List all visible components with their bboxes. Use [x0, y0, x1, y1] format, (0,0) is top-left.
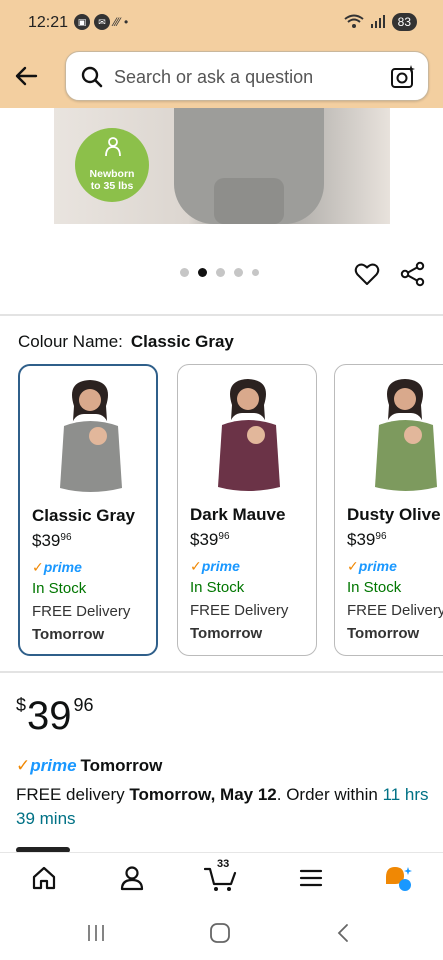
cell-signal-icon	[370, 15, 385, 28]
section-divider	[0, 314, 443, 316]
messenger-icon: ✉	[94, 14, 110, 30]
price-whole: 39	[41, 531, 61, 550]
cart-button[interactable]: 33	[203, 858, 238, 893]
gallery-dot[interactable]	[216, 268, 225, 277]
gallery-dots	[180, 268, 259, 277]
colour-label-text: Colour Name:	[18, 332, 123, 351]
search-icon	[81, 66, 103, 88]
system-back-icon[interactable]	[332, 922, 356, 944]
prime-delivery-line: ✓prime Tomorrow	[16, 756, 162, 776]
size-badge: Newborn to 35 lbs	[75, 128, 149, 202]
search-header: Search or ask a question	[0, 46, 443, 108]
gallery-dot[interactable]	[252, 269, 259, 276]
prime-logo: ✓prime	[190, 558, 240, 575]
variant-card-dusty-olive[interactable]: Dusty Olive $3996 ✓prime In Stock FREE D…	[334, 364, 443, 656]
product-image-knot	[214, 178, 284, 224]
prime-text: prime	[30, 756, 77, 775]
price-whole: 39	[199, 530, 219, 549]
variant-card-dark-mauve[interactable]: Dark Mauve $3996 ✓prime In Stock FREE De…	[177, 364, 317, 656]
menu-icon[interactable]	[296, 863, 326, 893]
home-circle-icon[interactable]	[208, 922, 232, 944]
gallery-dot-active[interactable]	[198, 268, 207, 277]
cart-count: 33	[217, 858, 230, 870]
recent-apps-icon[interactable]	[84, 922, 108, 944]
variant-delivery: FREE Delivery	[32, 603, 131, 620]
prime-logo: ✓prime	[347, 558, 397, 575]
prime-text: prime	[201, 558, 240, 574]
more-notifications-icon: •	[124, 15, 129, 29]
variant-name: Dark Mauve	[190, 505, 286, 524]
variant-stock: In Stock	[190, 579, 245, 596]
variant-image	[60, 380, 122, 492]
delivery-info: FREE delivery Tomorrow, May 12. Order wi…	[16, 783, 431, 831]
variant-name: Classic Gray	[32, 506, 136, 525]
prime-check-icon: ✓	[32, 559, 44, 575]
prime-check-icon: ✓	[16, 756, 31, 775]
delivery-date: Tomorrow, May 12	[129, 785, 277, 804]
gallery-dot[interactable]	[234, 268, 243, 277]
badge-line2: to 35 lbs	[90, 180, 134, 192]
bottom-nav: 33	[0, 852, 443, 904]
search-input[interactable]: Search or ask a question	[65, 51, 429, 101]
prime-text: prime	[358, 558, 397, 574]
delivery-middle: . Order within	[276, 785, 383, 804]
variant-price: $3996	[32, 531, 72, 551]
variant-image	[218, 379, 280, 491]
home-icon[interactable]	[29, 863, 59, 893]
system-nav-bar	[0, 904, 443, 960]
colour-label: Colour Name: Classic Gray	[18, 332, 234, 352]
variant-delivery-day: Tomorrow	[347, 625, 420, 642]
variant-delivery: FREE Delivery	[190, 602, 289, 619]
price-whole: 39	[356, 530, 376, 549]
rufus-assistant-icon[interactable]	[383, 863, 413, 893]
notification-icons: ▣ ✉ ⁄⁄⁄ •	[74, 14, 128, 30]
variant-delivery-day: Tomorrow	[190, 625, 263, 642]
heart-icon[interactable]	[354, 261, 380, 287]
camera-search-icon[interactable]	[390, 64, 416, 90]
status-right: 83	[344, 13, 417, 31]
search-placeholder: Search or ask a question	[114, 67, 314, 87]
badge-text: Newborn to 35 lbs	[75, 168, 149, 192]
signal-extra-icon: ⁄⁄⁄	[114, 15, 121, 29]
price-fraction: 96	[218, 531, 230, 542]
price-fraction: 96	[60, 532, 72, 543]
colour-selected-name: Classic Gray	[130, 332, 234, 351]
status-time: 12:21	[28, 14, 69, 31]
price-currency: $	[16, 695, 27, 715]
variant-card-classic-gray[interactable]: Classic Gray $3996 ✓prime In Stock FREE …	[18, 364, 158, 656]
variant-price: $3996	[347, 530, 387, 550]
variant-delivery-day: Tomorrow	[32, 626, 105, 643]
price-fraction: 96	[73, 695, 94, 715]
price-whole: 39	[27, 694, 72, 738]
prime-logo: ✓prime	[32, 559, 82, 576]
prime-text: prime	[43, 559, 82, 575]
product-price: $39 96	[16, 694, 94, 739]
wifi-icon	[344, 14, 364, 28]
variant-stock: In Stock	[347, 579, 402, 596]
account-icon[interactable]	[117, 863, 147, 893]
battery-indicator: 83	[391, 13, 417, 31]
price-fraction: 96	[375, 531, 387, 542]
status-bar: 12:21 ▣ ✉ ⁄⁄⁄ • 83	[0, 0, 443, 46]
variant-delivery: FREE Delivery	[347, 602, 443, 619]
baby-icon	[105, 137, 121, 157]
section-divider	[0, 671, 443, 673]
prime-check-icon: ✓	[190, 558, 202, 574]
share-icon[interactable]	[400, 261, 426, 287]
variant-name: Dusty Olive	[347, 505, 441, 524]
badge-line1: Newborn	[89, 168, 135, 180]
prime-check-icon: ✓	[347, 558, 359, 574]
back-arrow-icon[interactable]	[10, 60, 42, 92]
notification-app-icon: ▣	[74, 14, 90, 30]
delivery-prefix: FREE delivery	[16, 785, 130, 804]
variant-image	[375, 379, 437, 491]
variant-price: $3996	[190, 530, 230, 550]
prime-delivery-day: Tomorrow	[80, 756, 163, 775]
gallery-dot[interactable]	[180, 268, 189, 277]
variant-stock: In Stock	[32, 580, 87, 597]
